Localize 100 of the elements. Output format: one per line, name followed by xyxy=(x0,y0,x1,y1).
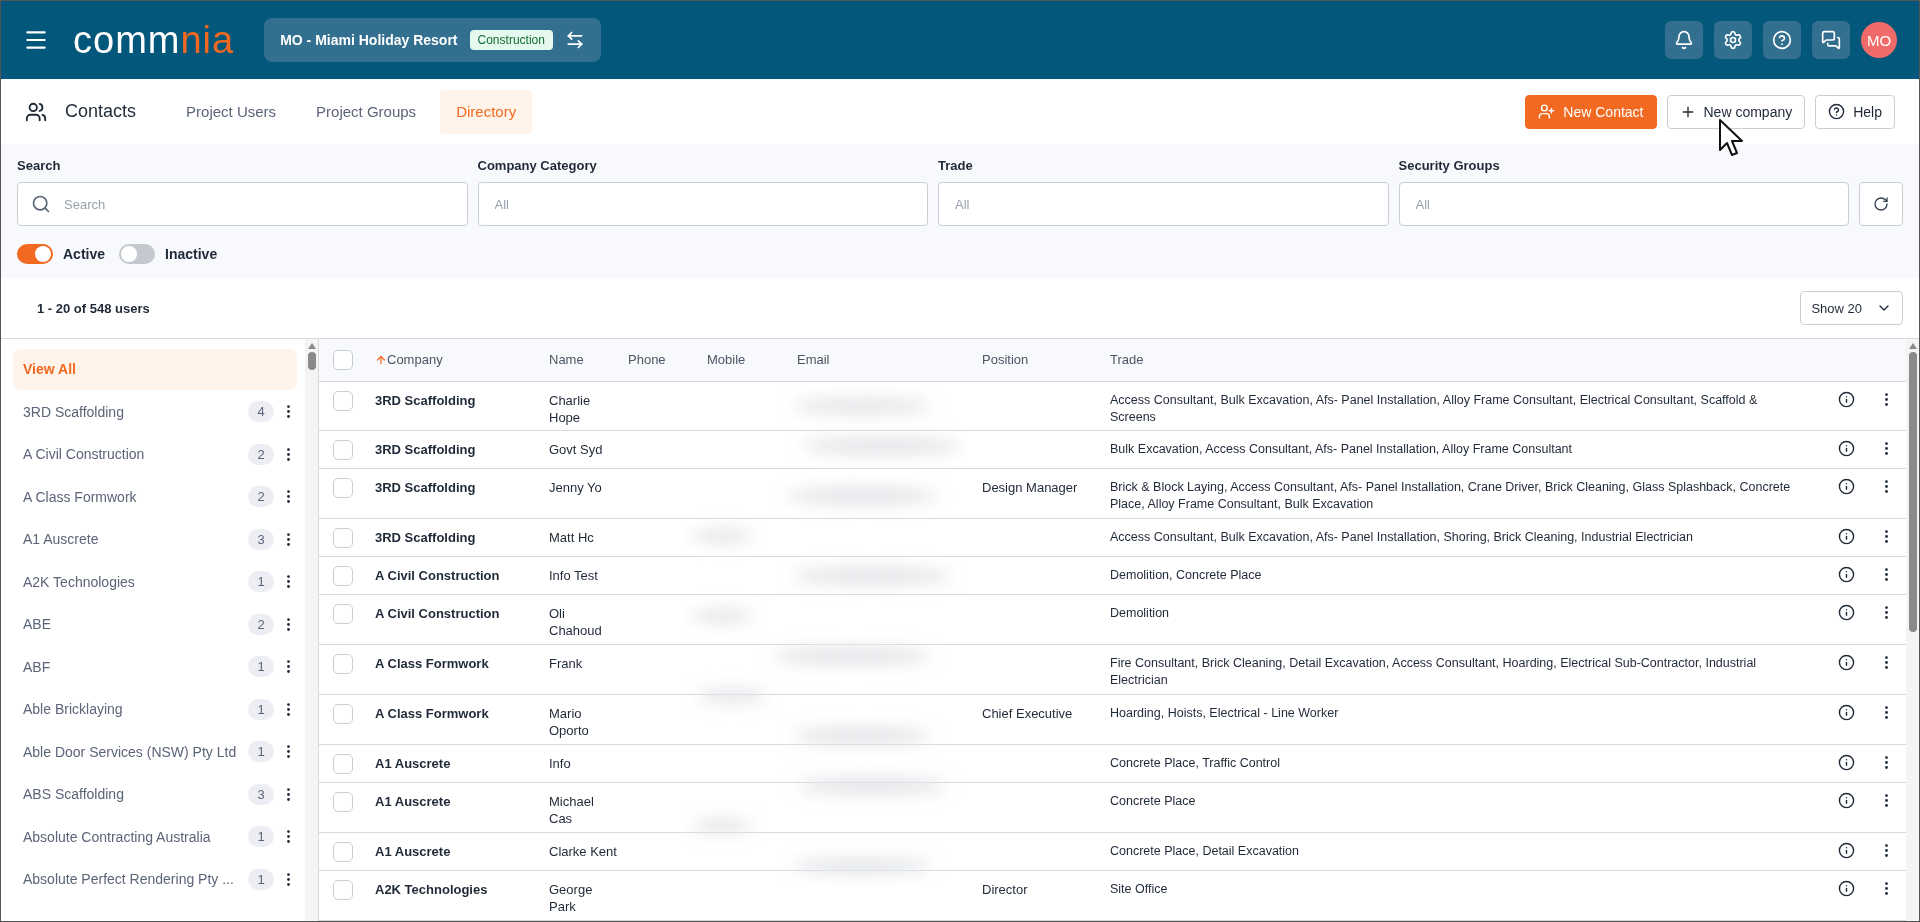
column-header[interactable]: Name xyxy=(549,352,628,368)
row-checkbox[interactable] xyxy=(333,792,353,813)
settings-button[interactable] xyxy=(1714,21,1752,59)
notifications-button[interactable] xyxy=(1665,21,1703,59)
column-header[interactable]: Mobile xyxy=(707,352,797,368)
row-checkbox[interactable] xyxy=(333,704,353,725)
info-icon[interactable] xyxy=(1837,604,1855,622)
name-cell-text: Frank xyxy=(549,655,584,674)
row-checkbox[interactable] xyxy=(333,880,353,901)
reset-button[interactable] xyxy=(1859,182,1903,226)
trade-cell-text: Concrete Place, Detail Excavation xyxy=(1110,843,1300,861)
tab[interactable]: Project Users xyxy=(170,89,293,134)
company-cell-text: A1 Auscrete xyxy=(375,793,452,812)
count-badge: 1 xyxy=(248,868,274,890)
count-badge: 1 xyxy=(248,826,274,848)
info-icon[interactable] xyxy=(1837,754,1855,772)
row-checkbox[interactable] xyxy=(333,528,353,549)
filter-label: Security Groups xyxy=(1398,158,1501,173)
toggle-label: Inactive xyxy=(165,246,218,262)
info-icon[interactable] xyxy=(1837,880,1855,898)
trade-cell-text: Access Consultant, Bulk Excavation, Afs- Panel Installation, Shoring, Brick Cleaning, Industrial Electrician xyxy=(1110,529,1694,547)
company-list-item[interactable]: A2K Technologies 1 xyxy=(13,561,297,602)
info-icon[interactable] xyxy=(1837,478,1855,496)
search-field[interactable]: Search xyxy=(17,182,468,226)
company-list-item[interactable]: ABE 2 xyxy=(13,604,297,645)
info-icon[interactable] xyxy=(1837,528,1855,546)
row-checkbox[interactable] xyxy=(333,842,353,863)
info-icon[interactable] xyxy=(1837,842,1855,860)
company-list-item[interactable]: A1 Auscrete 3 xyxy=(13,519,297,560)
chat-button[interactable] xyxy=(1812,21,1850,59)
company-list-item[interactable]: 3RD Scaffolding 4 xyxy=(13,391,297,432)
column-header[interactable]: Position xyxy=(982,352,1110,368)
company-cell-text: 3RD Scaffolding xyxy=(375,529,477,548)
bell-icon xyxy=(1674,30,1694,50)
row-checkbox[interactable] xyxy=(333,604,353,625)
info-icon[interactable] xyxy=(1837,440,1855,458)
toggle-label: Active xyxy=(63,246,106,262)
row-checkbox[interactable] xyxy=(333,440,353,461)
row-checkbox[interactable] xyxy=(333,654,353,675)
trade-cell-text: Demolition xyxy=(1110,605,1171,623)
toggle-switch[interactable] xyxy=(17,244,53,264)
trade-cell-text: Access Consultant, Bulk Excavation, Afs- Panel Installation, Alloy Frame Consultant, Electrical Consultant, Scaffold & Screens xyxy=(1110,391,1759,426)
count-badge: 1 xyxy=(248,741,274,763)
company-list-item[interactable]: Able Door Services (NSW) Pty Ltd 1 xyxy=(13,731,297,772)
row-checkbox[interactable] xyxy=(333,754,353,775)
row-checkbox[interactable] xyxy=(333,478,353,499)
row-checkbox[interactable] xyxy=(333,566,353,587)
position-cell-text: Chief Executive xyxy=(982,705,1074,724)
column-header[interactable]: Company xyxy=(375,352,549,368)
trade-cell-text: Site Office xyxy=(1110,881,1169,899)
help-button[interactable] xyxy=(1763,21,1801,59)
company-cell-text: A2K Technologies xyxy=(375,881,489,900)
company-cell-text: 3RD Scaffolding xyxy=(375,479,477,498)
tab[interactable]: Project Groups xyxy=(300,89,433,134)
info-icon[interactable] xyxy=(1837,704,1855,722)
project-name: MO - Miami Holiday Resort xyxy=(280,32,458,48)
column-header[interactable]: Trade xyxy=(1110,352,1826,368)
new-company-button[interactable]: New company xyxy=(1666,94,1806,129)
column-header[interactable]: Email xyxy=(797,352,982,368)
trade-cell-text: Concrete Place, Traffic Control xyxy=(1110,755,1281,773)
help-button[interactable]: Help xyxy=(1815,94,1895,129)
project-switcher[interactable]: MO - Miami Holiday Resort Construction xyxy=(264,18,601,62)
select-all-checkbox[interactable] xyxy=(333,349,353,370)
info-icon[interactable] xyxy=(1837,792,1855,810)
refresh-icon xyxy=(1873,196,1889,212)
position-cell-text: Design Manager xyxy=(982,479,1079,498)
column-header[interactable]: Phone xyxy=(628,352,707,368)
select-field[interactable]: All xyxy=(938,182,1389,226)
contacts-icon xyxy=(25,100,47,123)
search-icon xyxy=(31,194,51,214)
company-list-item[interactable]: Absolute Contracting Australia 1 xyxy=(13,816,297,857)
select-field[interactable]: All xyxy=(1398,182,1849,226)
trade-cell-text: Concrete Place xyxy=(1110,793,1197,811)
company-list-item[interactable]: ABF 1 xyxy=(13,646,297,687)
company-cell-text: 3RD Scaffolding xyxy=(375,441,477,460)
filter-label: Search xyxy=(17,158,62,173)
page-title: Contacts xyxy=(65,101,137,122)
company-list-item[interactable]: ABS Scaffolding 3 xyxy=(13,774,297,815)
name-cell-text: Mario Oporto xyxy=(549,705,590,741)
trade-cell-text: Demolition, Concrete Place xyxy=(1110,567,1263,585)
select-field[interactable]: All xyxy=(477,182,928,226)
info-icon[interactable] xyxy=(1837,566,1855,584)
count-badge: 2 xyxy=(248,486,274,508)
company-list-item[interactable]: A Civil Construction 2 xyxy=(13,434,297,475)
count-badge: 4 xyxy=(248,401,274,423)
toggle-switch[interactable] xyxy=(119,244,156,264)
page-size-select[interactable]: Show 20 xyxy=(1800,291,1903,325)
company-list-item[interactable]: Able Bricklaying 1 xyxy=(13,689,297,730)
trade-cell-text: Bulk Excavation, Access Consultant, Afs- Panel Installation, Alloy Frame Consultant xyxy=(1110,441,1574,459)
company-list-item[interactable]: A Class Formwork 2 xyxy=(13,476,297,517)
scrollbar-thumb[interactable] xyxy=(307,352,316,370)
row-checkbox[interactable] xyxy=(333,390,353,411)
name-cell-text: Oli Chahoud xyxy=(549,605,603,641)
name-cell-text: Michael Cas xyxy=(549,793,595,829)
info-icon[interactable] xyxy=(1837,654,1855,672)
scrollbar-thumb[interactable] xyxy=(1908,352,1917,632)
info-icon[interactable] xyxy=(1837,390,1855,408)
company-cell-text: A Civil Construction xyxy=(375,605,501,624)
company-cell-text: A Class Formwork xyxy=(375,705,490,724)
company-list-item[interactable]: Absolute Perfect Rendering Pty ... 1 xyxy=(13,859,297,900)
